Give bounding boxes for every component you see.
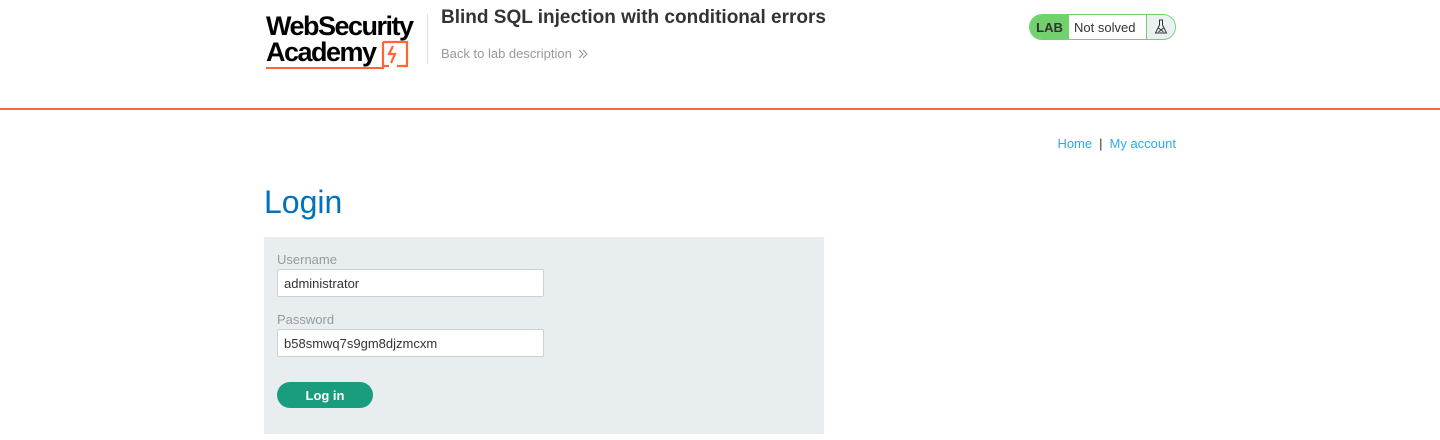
logo-underline bbox=[266, 67, 384, 69]
login-form: Username Password Log in bbox=[264, 237, 824, 434]
lab-header: WebSecurity Academy Blind SQL injection … bbox=[0, 0, 1440, 110]
flask-icon[interactable] bbox=[1146, 15, 1175, 39]
account-nav: Home | My account bbox=[1057, 136, 1176, 151]
nav-separator: | bbox=[1099, 136, 1103, 151]
home-link[interactable]: Home bbox=[1057, 136, 1092, 151]
back-to-lab-description-link[interactable]: Back to lab description bbox=[441, 46, 588, 61]
username-input[interactable] bbox=[277, 269, 544, 297]
header-divider bbox=[427, 14, 428, 64]
username-label: Username bbox=[277, 252, 337, 267]
double-chevron-right-icon bbox=[578, 49, 588, 58]
password-label: Password bbox=[277, 312, 335, 327]
back-link-label: Back to lab description bbox=[441, 46, 572, 61]
lab-badge: LAB bbox=[1030, 15, 1069, 39]
web-security-academy-logo[interactable]: WebSecurity Academy bbox=[264, 10, 414, 72]
flask-icon-glyph bbox=[1154, 19, 1168, 34]
password-input[interactable] bbox=[277, 329, 544, 357]
logo-text-line2: Academy bbox=[266, 37, 377, 67]
lab-title: Blind SQL injection with conditional err… bbox=[441, 7, 826, 28]
log-in-button[interactable]: Log in bbox=[277, 382, 373, 408]
lab-status-text: Not solved bbox=[1069, 15, 1146, 39]
my-account-link[interactable]: My account bbox=[1110, 136, 1176, 151]
logo-bolt-icon bbox=[381, 40, 409, 68]
page-title: Login bbox=[264, 184, 343, 220]
lab-status-widget: LAB Not solved bbox=[1029, 14, 1176, 40]
